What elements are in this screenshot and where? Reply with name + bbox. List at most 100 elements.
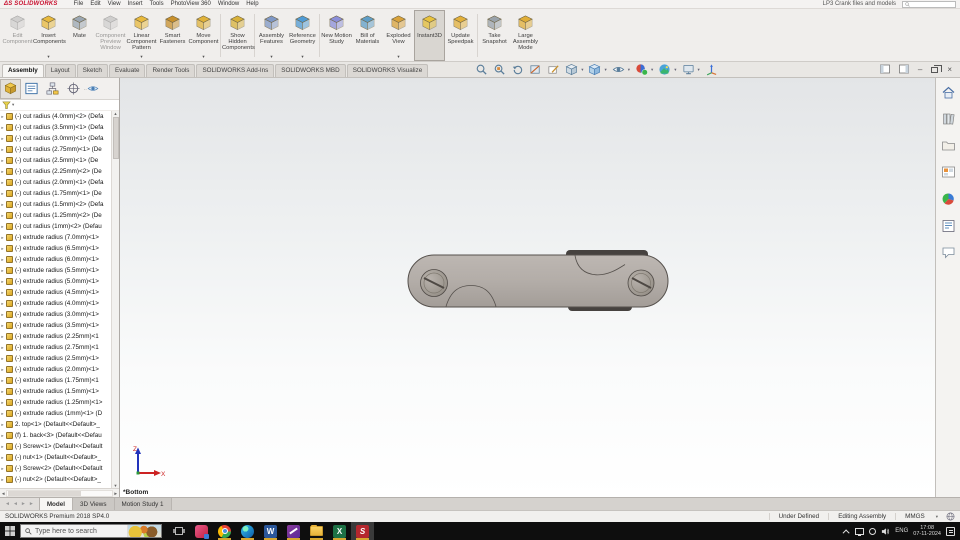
tree-item[interactable]: ▸ (-) cut radius (1mm)<2> (Defau — [0, 221, 111, 232]
expand-arrow-icon[interactable]: ▸ — [0, 411, 5, 417]
next-tab-icon[interactable]: ► — [21, 501, 26, 507]
section-view-icon[interactable] — [529, 63, 542, 76]
tree-item[interactable]: ▸ (-) extrude radius (6.5mm)<1> — [0, 243, 111, 254]
left-screw[interactable] — [420, 269, 448, 297]
tree-item[interactable]: ▸ (-) extrude radius (6.0mm)<1> — [0, 254, 111, 265]
expand-arrow-icon[interactable]: ▸ — [0, 147, 5, 153]
expand-arrow-icon[interactable]: ▸ — [0, 356, 5, 362]
dropdown-caret[interactable]: ▾ — [384, 54, 413, 60]
filter-dropdown-caret[interactable]: ▾ — [12, 102, 14, 108]
close-button[interactable]: × — [947, 65, 952, 74]
expand-arrow-icon[interactable]: ▸ — [0, 466, 5, 472]
red-app-button[interactable] — [190, 522, 213, 540]
expand-arrow-icon[interactable]: ▸ — [0, 367, 5, 373]
menu-item[interactable]: View — [108, 1, 121, 7]
minimize-button[interactable]: – — [918, 65, 922, 74]
tree-item[interactable]: ▸ (-) nut<2> (Default<<Default>_ — [0, 474, 111, 485]
tree-item[interactable]: ▸ (-) cut radius (1.5mm)<2> (Defa — [0, 199, 111, 210]
assembly-model[interactable] — [120, 78, 935, 497]
last-tab-icon[interactable]: ► — [29, 501, 34, 507]
start-button[interactable] — [0, 522, 20, 540]
3d-drawing-view-icon[interactable] — [705, 63, 718, 76]
document-tab[interactable]: 3D Views — [73, 498, 115, 510]
scrollbar-thumb[interactable] — [112, 117, 119, 159]
expand-arrow-icon[interactable]: ▸ — [0, 202, 5, 208]
tree-item[interactable]: ▸ (-) extrude radius (2.5mm)<1> — [0, 353, 111, 364]
prev-tab-icon[interactable]: ◄ — [13, 501, 18, 507]
expand-arrow-icon[interactable]: ▸ — [0, 422, 5, 428]
speaker-icon[interactable] — [881, 527, 890, 536]
dropdown-caret[interactable]: ▾ — [127, 54, 156, 60]
command-tab[interactable]: Render Tools — [146, 64, 196, 77]
expand-arrow-icon[interactable]: ▸ — [0, 114, 5, 120]
expand-arrow-icon[interactable]: ▸ — [0, 235, 5, 241]
scroll-down-icon[interactable]: ▼ — [114, 483, 118, 488]
menu-item[interactable]: Edit — [90, 1, 100, 7]
tree-item[interactable]: ▸ (-) cut radius (3.5mm)<1> (Defa — [0, 122, 111, 133]
ribbon-button[interactable]: New Motion Study ▾ — [321, 10, 352, 61]
tree-item[interactable]: ▸ (-) nut<1> (Default<<Default>_ — [0, 452, 111, 463]
tree-item[interactable]: ▸ (-) extrude radius (4.0mm)<1> — [0, 298, 111, 309]
dropdown-caret[interactable]: ▾ — [651, 67, 653, 73]
onedrive-tray-icon[interactable] — [869, 527, 877, 535]
propertymanager-icon[interactable] — [21, 79, 42, 99]
ribbon-button[interactable]: Large Assembly Mode ▾ — [510, 10, 541, 61]
ribbon-button[interactable]: Mate ▾ — [64, 10, 95, 61]
ribbon-button[interactable]: Component Preview Window ▾ — [95, 10, 126, 61]
expand-arrow-icon[interactable]: ▸ — [0, 169, 5, 175]
expand-arrow-icon[interactable]: ▸ — [0, 213, 5, 219]
expand-arrow-icon[interactable]: ▸ — [0, 444, 5, 450]
dropdown-caret[interactable]: ▾ — [698, 67, 700, 73]
tree-item[interactable]: ▸ (-) Screw<1> (Default<<Default — [0, 441, 111, 452]
chrome-button[interactable] — [213, 522, 236, 540]
dropdown-caret[interactable]: ▾ — [581, 67, 583, 73]
scrollbar-thumb[interactable] — [8, 490, 82, 496]
expand-arrow-icon[interactable]: ▸ — [0, 334, 5, 340]
tree-horizontal-scrollbar[interactable]: ◄ ► — [0, 488, 119, 497]
expand-arrow-icon[interactable]: ▸ — [0, 323, 5, 329]
language-indicator[interactable]: ENG — [895, 528, 908, 534]
tree-vertical-scrollbar[interactable]: ▲ ▼ — [111, 111, 119, 488]
ribbon-button[interactable]: Show Hidden Components ▾ — [222, 10, 255, 61]
zoom-to-fit-icon[interactable] — [475, 63, 488, 76]
dropdown-caret[interactable]: ▾ — [189, 54, 218, 60]
command-tab[interactable]: Layout — [44, 64, 76, 77]
menu-item[interactable]: File — [74, 1, 84, 7]
previous-view-icon[interactable] — [511, 63, 524, 76]
dropdown-caret[interactable]: ▾ — [34, 54, 63, 60]
expand-arrow-icon[interactable]: ▸ — [0, 400, 5, 406]
displaymanager-icon[interactable] — [87, 79, 99, 99]
ribbon-button[interactable]: Reference Geometry ▾ — [287, 10, 318, 61]
ribbon-button[interactable]: Instant3D ▾ — [414, 10, 445, 61]
apply-scene-icon[interactable] — [658, 63, 671, 76]
tree-item[interactable]: ▸ (-) extrude radius (2.25mm)<1 — [0, 331, 111, 342]
hide-show-items-icon[interactable] — [612, 63, 625, 76]
menu-item[interactable]: Help — [246, 1, 258, 7]
tree-item[interactable]: ▸ (-) cut radius (2.0mm)<1> (Defa — [0, 177, 111, 188]
view-orientation-icon[interactable] — [565, 63, 578, 76]
tree-item[interactable]: ▸ (-) cut radius (4.0mm)<2> (Defa — [0, 111, 111, 122]
expand-arrow-icon[interactable]: ▸ — [0, 477, 5, 483]
tree-item[interactable]: ▸ (-) extrude radius (3.5mm)<1> — [0, 320, 111, 331]
scroll-left-icon[interactable]: ◄ — [1, 491, 5, 496]
ribbon-button[interactable]: Take Snapshot ▾ — [479, 10, 510, 61]
filter-funnel-icon[interactable] — [2, 101, 11, 110]
taskbar-clock[interactable]: 17:08 07-11-2024 — [913, 525, 941, 538]
tree-item[interactable]: ▸ (-) cut radius (1.25mm)<2> (De — [0, 210, 111, 221]
collapse-pane-icon[interactable] — [879, 61, 890, 79]
expand-arrow-icon[interactable]: ▸ — [0, 389, 5, 395]
graphics-viewport[interactable]: Z X *Bottom — [120, 78, 935, 497]
tree-item[interactable]: ▸ (-) extrude radius (1mm)<1> (D — [0, 408, 111, 419]
dropdown-caret[interactable]: ▾ — [628, 67, 630, 73]
solidworks-button[interactable]: S — [351, 522, 374, 540]
taskbar-search-input[interactable]: Type here to search — [20, 524, 162, 538]
view-settings-icon[interactable] — [682, 63, 695, 76]
tree-item[interactable]: ▸ (-) extrude radius (1.5mm)<1> — [0, 386, 111, 397]
command-tab[interactable]: Assembly — [2, 64, 44, 77]
expand-arrow-icon[interactable]: ▸ — [0, 290, 5, 296]
zoom-to-area-icon[interactable] — [493, 63, 506, 76]
dimxpertmanager-icon[interactable] — [63, 79, 84, 99]
tree-item[interactable]: ▸ (-) cut radius (2.75mm)<1> (De — [0, 144, 111, 155]
units-dropdown-caret[interactable]: ▾ — [936, 514, 938, 520]
tray-expand-chevron-icon[interactable] — [842, 528, 850, 536]
